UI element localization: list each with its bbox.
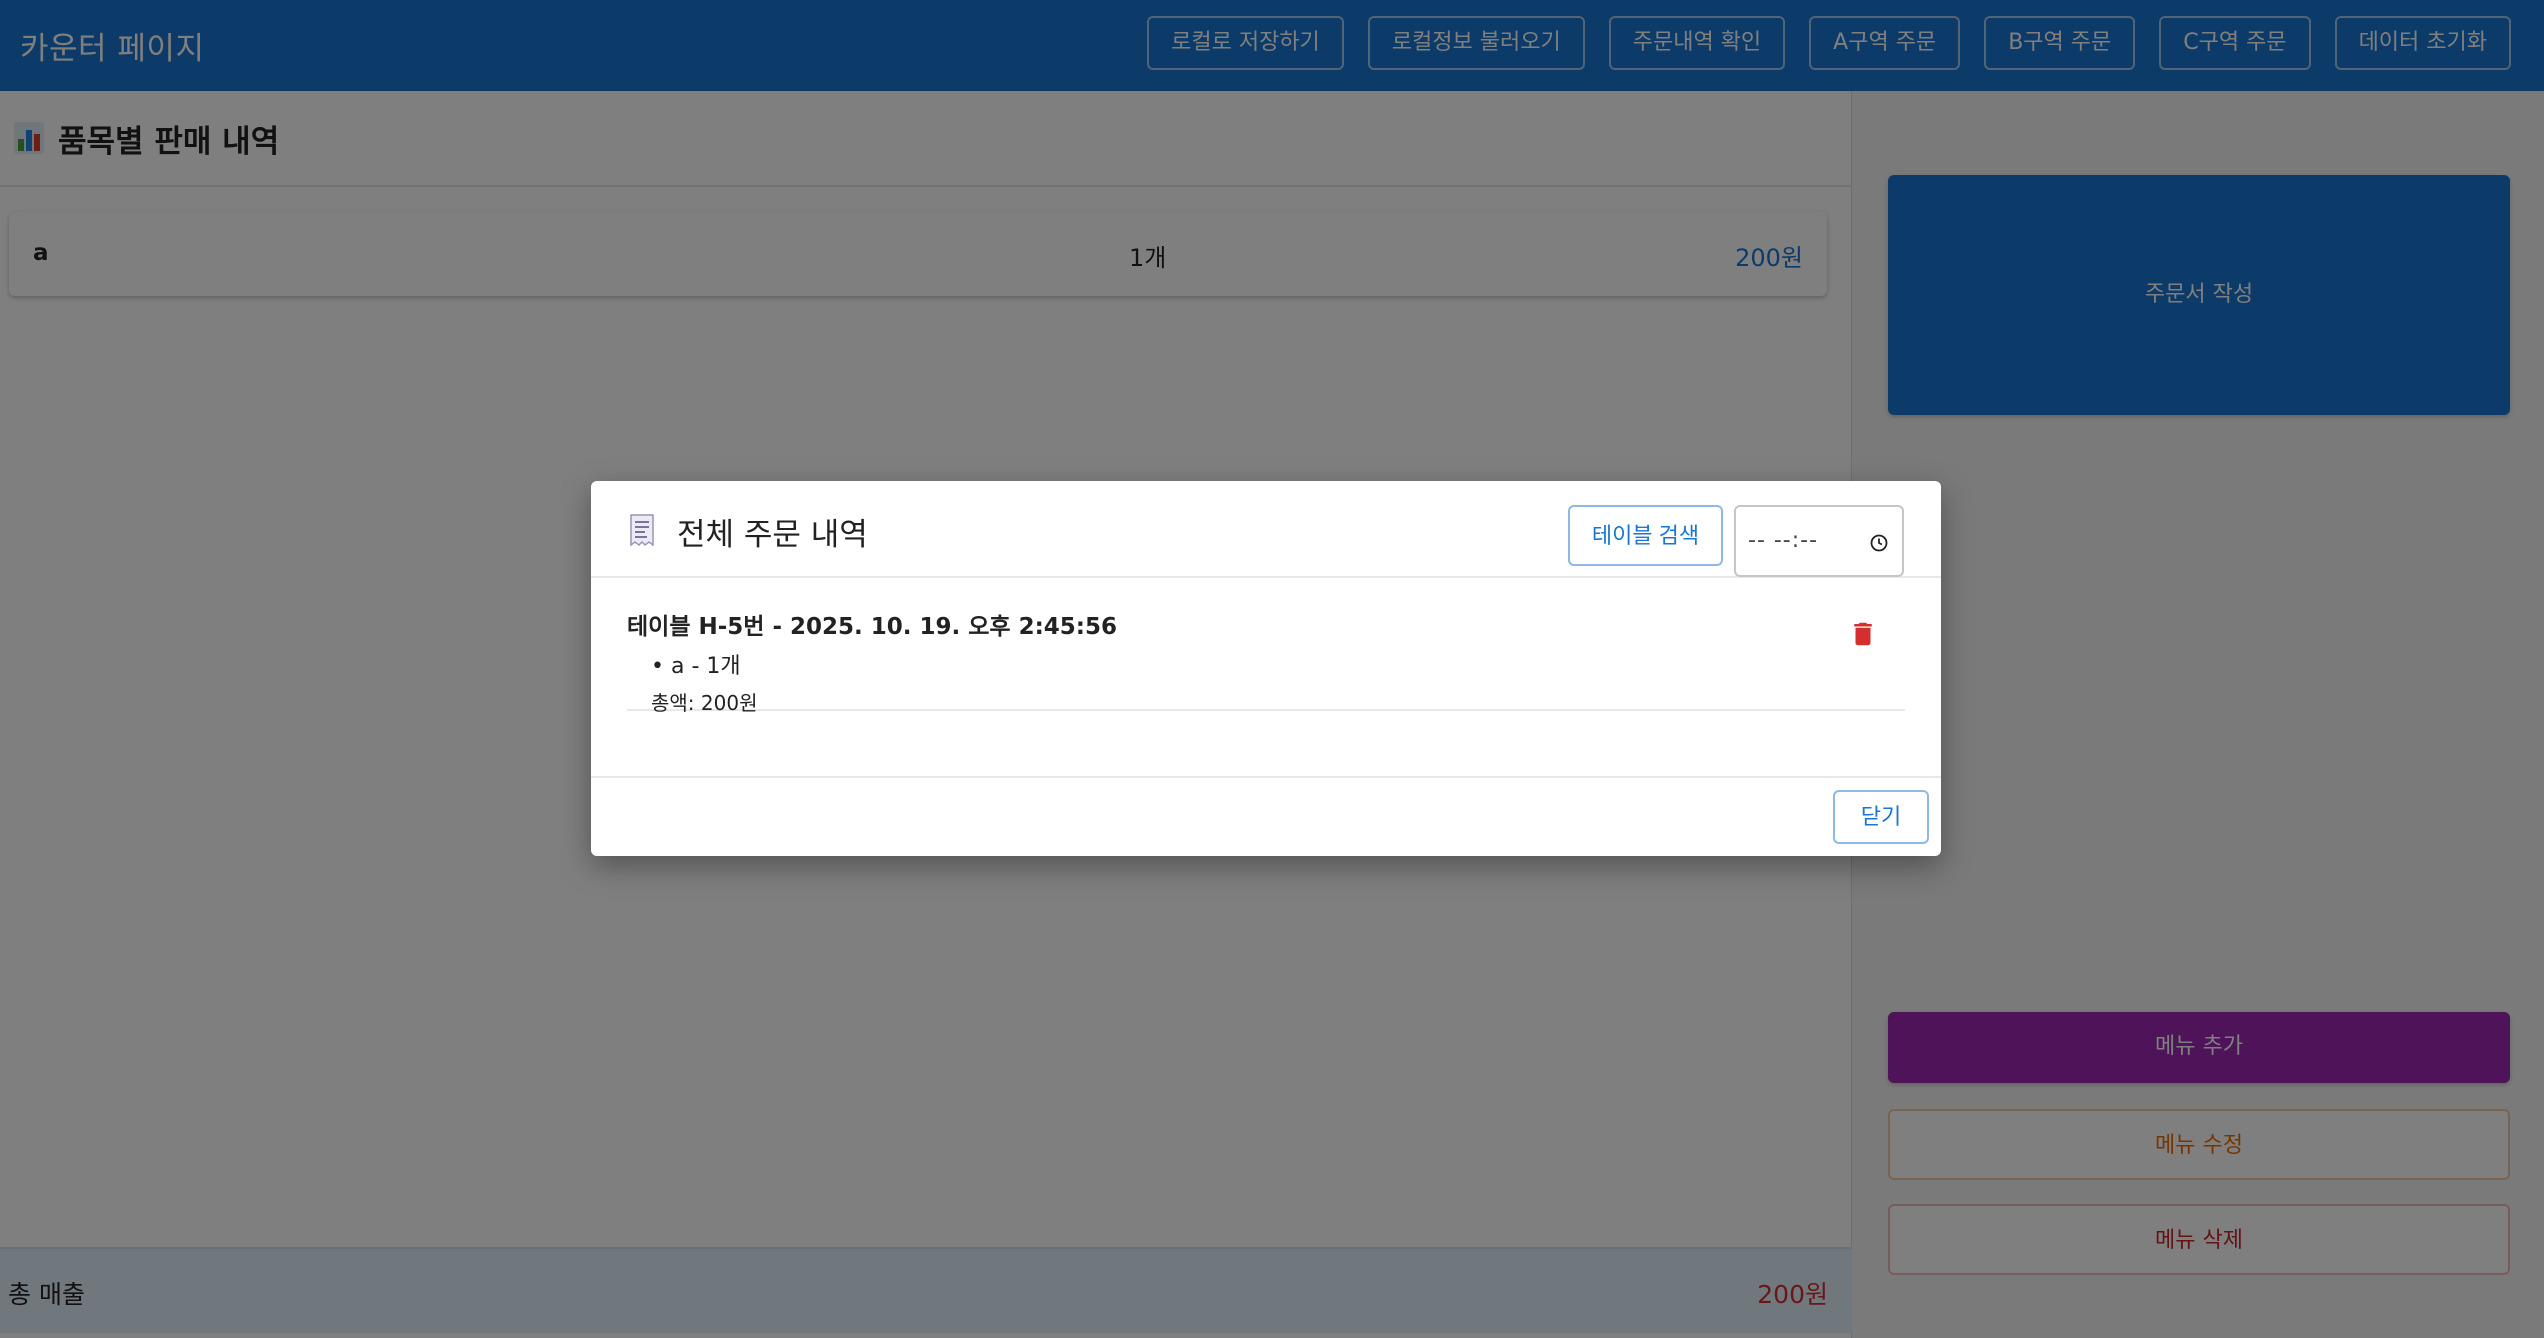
clock-icon[interactable] — [1870, 534, 1888, 556]
order-history-dialog: 전체 주문 내역 테이블 검색 -- --:-- 테이블 H-5번 - 2025… — [591, 481, 1941, 856]
order-line-item: • a - 1개 — [651, 654, 741, 679]
order-heading: 테이블 H-5번 - 2025. 10. 19. 오후 2:45:56 — [627, 614, 1118, 640]
dialog-footer: 닫기 — [591, 776, 1941, 856]
close-button[interactable]: 닫기 — [1833, 790, 1929, 844]
receipt-icon — [629, 514, 655, 550]
dialog-header: 전체 주문 내역 테이블 검색 -- --:-- — [591, 481, 1941, 578]
time-value: -- --:-- — [1748, 528, 1819, 553]
order-total: 총액: 200원 — [651, 691, 758, 715]
table-search-button[interactable]: 테이블 검색 — [1568, 505, 1723, 566]
dialog-title: 전체 주문 내역 — [677, 517, 868, 553]
order-entry: 테이블 H-5번 - 2025. 10. 19. 오후 2:45:56 • a … — [627, 578, 1905, 715]
trash-icon[interactable] — [1848, 619, 1878, 649]
time-filter-input[interactable]: -- --:-- — [1734, 505, 1904, 577]
